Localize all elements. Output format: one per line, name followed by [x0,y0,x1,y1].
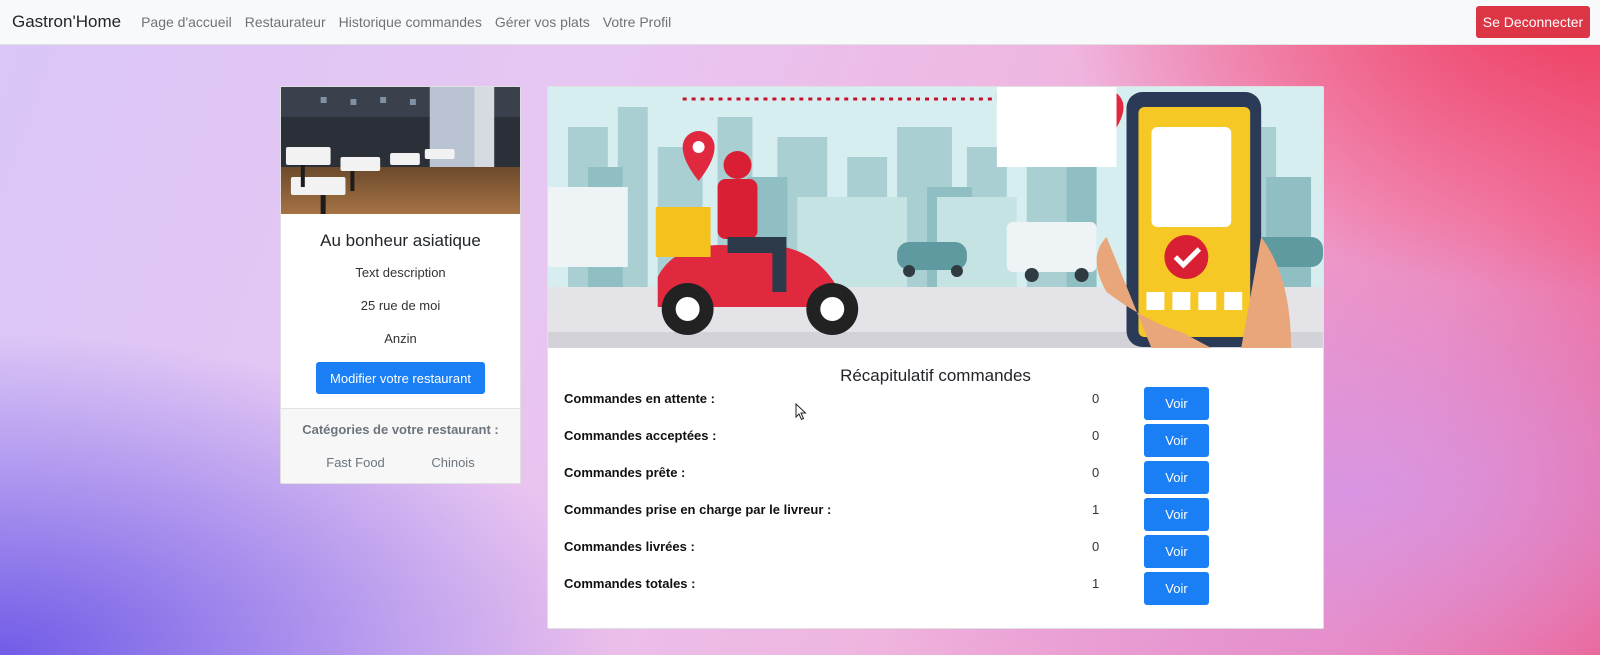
row-count: 0 [1092,428,1100,443]
nav-link-order-history[interactable]: Historique commandes [339,14,482,30]
nav-link-restaurateur[interactable]: Restaurateur [245,14,326,30]
row-label: Commandes prise en charge par le livreur… [564,502,832,517]
logout-button[interactable]: Se Deconnecter [1476,6,1590,38]
brand-logo[interactable]: Gastron'Home [12,12,121,32]
view-accepted-button[interactable]: Voir [1144,424,1209,457]
row-label: Commandes totales : [564,576,696,591]
order-row-delivered: Commandes livrées : 0 Voir [564,535,1309,572]
orders-summary-card: Récapitulatif commandes Commandes en att… [547,86,1324,629]
restaurant-name: Au bonheur asiatique [320,231,481,250]
row-count: 0 [1092,465,1100,480]
restaurant-address: 25 rue de moi [360,298,441,313]
view-total-button[interactable]: Voir [1144,572,1209,605]
row-label: Commandes en attente : [564,391,715,406]
mouse-cursor-icon [795,403,807,421]
orders-table: Commandes en attente : 0 Voir Commandes … [564,387,1309,609]
row-count: 0 [1092,539,1100,554]
view-ready-button[interactable]: Voir [1144,461,1209,494]
view-in-delivery-button[interactable]: Voir [1144,498,1209,531]
row-count: 0 [1092,391,1100,406]
restaurant-description: Text description [355,265,446,280]
row-label: Commandes prête : [564,465,686,480]
delivery-illustration [548,87,1323,348]
nav-link-manage-dishes[interactable]: Gérer vos plats [495,14,590,30]
order-row-total: Commandes totales : 1 Voir [564,572,1309,609]
nav-link-profile[interactable]: Votre Profil [603,14,671,30]
restaurant-card: Au bonheur asiatique Text description 25… [280,86,521,484]
restaurant-photo [281,87,520,214]
order-row-in-delivery: Commandes prise en charge par le livreur… [564,498,1309,535]
restaurant-city: Anzin [384,331,417,346]
recap-title: Récapitulatif commandes [840,366,1031,385]
row-count: 1 [1092,576,1100,591]
row-count: 1 [1092,502,1100,517]
categories-title: Catégories de votre restaurant : [302,422,499,437]
categories-section: Catégories de votre restaurant : Fast Fo… [281,408,520,483]
row-label: Commandes livrées : [564,539,695,554]
category-item: Chinois [431,455,475,470]
navbar: Gastron'Home Page d'accueil Restaurateur… [0,0,1600,45]
view-pending-button[interactable]: Voir [1144,387,1209,420]
restaurant-info: Au bonheur asiatique Text description 25… [281,214,520,394]
order-row-accepted: Commandes acceptées : 0 Voir [564,424,1309,461]
order-row-ready: Commandes prête : 0 Voir [564,461,1309,498]
order-row-pending: Commandes en attente : 0 Voir [564,387,1309,424]
nav-link-home[interactable]: Page d'accueil [141,14,232,30]
category-item: Fast Food [326,455,385,470]
view-delivered-button[interactable]: Voir [1144,535,1209,568]
row-label: Commandes acceptées : [564,428,717,443]
categories-list: Fast Food Chinois [281,455,520,470]
modify-restaurant-button[interactable]: Modifier votre restaurant [316,362,485,394]
